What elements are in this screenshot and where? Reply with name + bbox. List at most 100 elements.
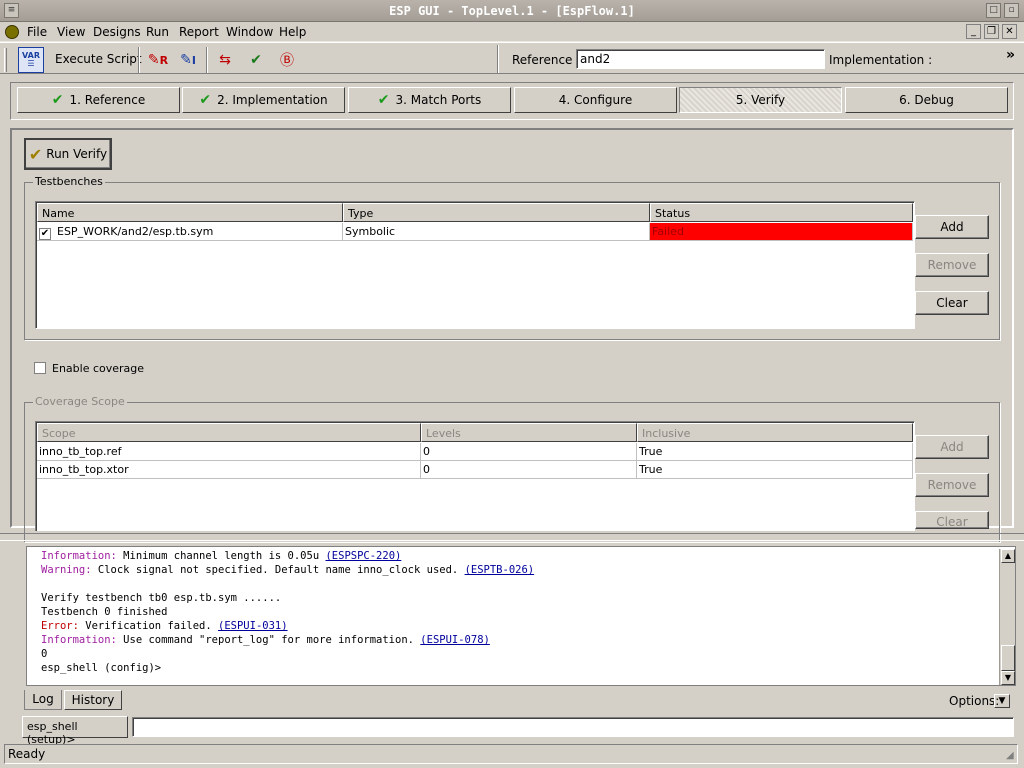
log-line: Testbench 0 finished bbox=[41, 606, 167, 618]
app-logo-icon bbox=[5, 25, 19, 39]
status-badge: Failed bbox=[650, 223, 913, 241]
options-dropdown-icon[interactable]: ▼ bbox=[994, 694, 1010, 708]
reference-field[interactable]: and2 bbox=[576, 49, 825, 69]
check-icon: ✔ bbox=[51, 92, 64, 108]
column-header: Levels bbox=[421, 423, 637, 442]
edit-implementation-icon[interactable]: ✎ I bbox=[175, 47, 201, 73]
maximize-icon[interactable]: □ bbox=[986, 3, 1001, 18]
log-label: Information: bbox=[41, 634, 117, 646]
check-icon: ✔ bbox=[199, 92, 212, 108]
cell-levels: 0 bbox=[421, 443, 637, 461]
tab-history[interactable]: History bbox=[64, 690, 122, 710]
menu-view[interactable]: View bbox=[57, 25, 85, 39]
window-title: ESP GUI - TopLevel.1 - [EspFlow.1] bbox=[389, 4, 635, 18]
log-line: Information: Use command "report_log" fo… bbox=[41, 634, 490, 646]
tab-reference[interactable]: ✔ 1. Reference bbox=[17, 87, 180, 113]
coverage-scope-title: Coverage Scope bbox=[33, 395, 127, 408]
menu-help[interactable]: Help bbox=[279, 25, 306, 39]
testbench-checkbox[interactable]: ✔ bbox=[39, 228, 51, 240]
menu-run[interactable]: Run bbox=[146, 25, 169, 39]
tab-debug[interactable]: 6. Debug bbox=[845, 87, 1008, 113]
log-message-link[interactable]: (ESPUI-031) bbox=[218, 620, 288, 632]
cell-inclusive: True bbox=[637, 461, 913, 479]
log-message-link[interactable]: (ESPSPC-220) bbox=[325, 550, 401, 562]
shell-command-input[interactable] bbox=[132, 717, 1014, 737]
log-text: 0 bbox=[41, 648, 48, 660]
column-header[interactable]: Status bbox=[650, 203, 913, 222]
log-line: esp_shell (config)> bbox=[41, 662, 161, 674]
log-text: Clock signal not specified. Default name… bbox=[91, 564, 465, 576]
log-scrollbar[interactable]: ▲ ▼ bbox=[999, 549, 1015, 685]
verify-run-icon[interactable]: ✔ bbox=[243, 47, 269, 73]
cell-levels: 0 bbox=[421, 461, 637, 479]
column-header: Inclusive bbox=[637, 423, 913, 442]
tab-log[interactable]: Log bbox=[24, 690, 62, 710]
scroll-up-icon[interactable]: ▲ bbox=[1001, 549, 1015, 563]
resize-grip-icon[interactable]: ◢ bbox=[1006, 750, 1014, 761]
add-scope-button[interactable]: Add bbox=[915, 435, 989, 459]
run-verify-button[interactable]: ✔ Run Verify bbox=[24, 138, 112, 170]
pane-splitter[interactable] bbox=[0, 533, 1024, 541]
toolbar-overflow-icon[interactable]: » bbox=[1006, 47, 1015, 63]
enable-coverage-label: Enable coverage bbox=[52, 362, 145, 375]
reference-label: Reference : bbox=[512, 53, 581, 67]
menu-report[interactable]: Report bbox=[179, 25, 219, 39]
log-text: Verify testbench tb0 esp.tb.sym ...... bbox=[41, 592, 282, 604]
toolbar-separator bbox=[206, 47, 208, 73]
child-restore-icon[interactable]: ❐ bbox=[984, 24, 999, 39]
column-header[interactable]: Name bbox=[37, 203, 343, 222]
log-message-link[interactable]: (ESPUI-078) bbox=[420, 634, 490, 646]
toolbar-grip bbox=[4, 48, 7, 72]
remove-testbench-button[interactable]: Remove bbox=[915, 253, 989, 277]
log-text: esp_shell (config)> bbox=[41, 662, 162, 674]
menu-window[interactable]: Window bbox=[226, 25, 273, 39]
log-label: Error: bbox=[41, 620, 79, 632]
log-line: Warning: Clock signal not specified. Def… bbox=[41, 564, 534, 576]
title-bar: ≡ ESP GUI - TopLevel.1 - [EspFlow.1] □ ▫ bbox=[0, 0, 1024, 22]
match-ports-icon[interactable]: ⇆ bbox=[212, 47, 238, 73]
toolbar-separator bbox=[138, 47, 140, 73]
cell-type: Symbolic bbox=[343, 223, 650, 241]
debug-run-icon[interactable]: Ⓑ bbox=[274, 47, 300, 73]
tab-configure[interactable]: 4. Configure bbox=[514, 87, 677, 113]
cell-inclusive: True bbox=[637, 443, 913, 461]
run-verify-icon: ✔ bbox=[28, 144, 43, 164]
options-label: Options: bbox=[949, 694, 1000, 708]
clear-testbench-button[interactable]: Clear bbox=[915, 291, 989, 315]
scroll-down-icon[interactable]: ▼ bbox=[1001, 671, 1015, 685]
child-close-icon[interactable]: ✕ bbox=[1002, 24, 1017, 39]
verify-panel: ✔ Run Verify Testbenches Name Type Statu… bbox=[10, 128, 1014, 542]
log-message-link[interactable]: (ESPTB-026) bbox=[465, 564, 535, 576]
child-minimize-icon[interactable]: _ bbox=[966, 24, 981, 39]
log-line: Error: Verification failed. (ESPUI-031) bbox=[41, 620, 288, 632]
log-text: Testbench 0 finished bbox=[41, 606, 168, 618]
tab-match-ports[interactable]: ✔ 3. Match Ports bbox=[348, 87, 511, 113]
log-label: Warning: bbox=[41, 564, 92, 576]
clear-scope-button[interactable]: Clear bbox=[915, 511, 989, 529]
menu-designs[interactable]: Designs bbox=[93, 25, 141, 39]
add-testbench-button[interactable]: Add bbox=[915, 215, 989, 239]
remove-scope-button[interactable]: Remove bbox=[915, 473, 989, 497]
cell-scope: inno_tb_top.xtor bbox=[37, 461, 421, 479]
column-header[interactable]: Type bbox=[343, 203, 650, 222]
shell-prompt-button[interactable]: esp_shell (setup)> bbox=[22, 716, 128, 746]
execute-script-button[interactable]: Execute Script bbox=[55, 52, 142, 66]
cell-scope: inno_tb_top.ref bbox=[37, 443, 421, 461]
cell-name: ✔ ESP_WORK/and2/esp.tb.sym bbox=[37, 223, 343, 241]
scroll-thumb[interactable] bbox=[1001, 645, 1015, 671]
testbenches-table: Name Type Status ✔ ESP_WORK/and2/esp.tb.s… bbox=[35, 201, 915, 329]
status-bar: Ready bbox=[4, 744, 1018, 764]
tab-verify[interactable]: 5. Verify bbox=[679, 87, 842, 113]
console-grip bbox=[6, 544, 18, 684]
implementation-label: Implementation : bbox=[829, 53, 933, 67]
log-console[interactable]: Information: Minimum channel length is 0… bbox=[26, 546, 1016, 686]
toolbar: VAR ☰ Execute Script ✎ R ✎ I ⇆ ✔ Ⓑ Referenc… bbox=[0, 42, 1024, 74]
coverage-scope-group: Coverage Scope Scope Levels Inclusive in… bbox=[24, 395, 1000, 542]
menu-file[interactable]: File bbox=[27, 25, 47, 39]
edit-reference-icon[interactable]: ✎ R bbox=[145, 47, 171, 73]
enable-coverage-checkbox[interactable] bbox=[34, 362, 46, 374]
log-line: Verify testbench tb0 esp.tb.sym ...... bbox=[41, 592, 281, 604]
var-script-icon[interactable]: VAR ☰ bbox=[18, 47, 44, 73]
tab-implementation[interactable]: ✔ 2. Implementation bbox=[182, 87, 345, 113]
minimize-icon[interactable]: ▫ bbox=[1004, 3, 1019, 18]
